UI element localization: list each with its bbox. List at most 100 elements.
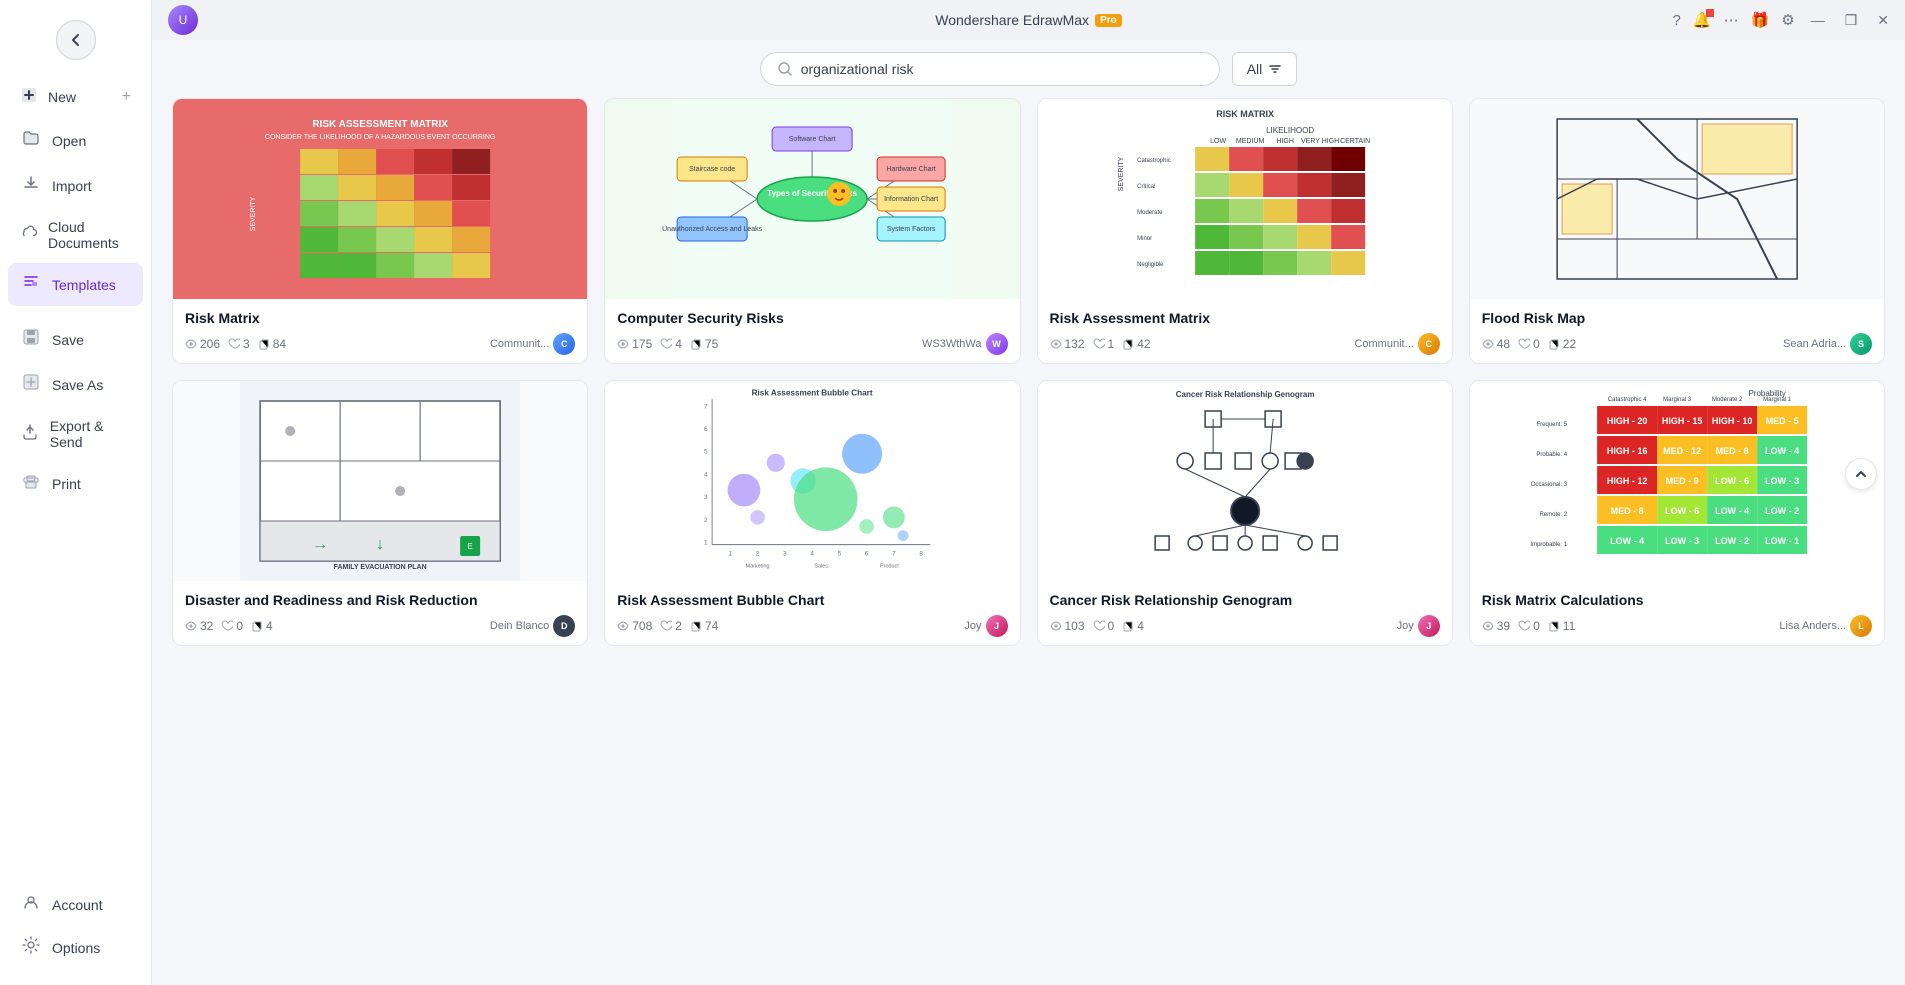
sidebar-item-print[interactable]: Print <box>8 462 143 505</box>
card-info-risk-assessment-matrix: Risk Assessment Matrix 132 1 <box>1038 299 1452 363</box>
card-meta-cancer-risk-genogram: 103 0 4 Joy <box>1050 615 1440 637</box>
svg-text:HIGH - 15: HIGH - 15 <box>1662 416 1703 426</box>
copies-icon <box>251 620 263 632</box>
author-avatar-1: W <box>986 333 1008 355</box>
card-cancer-risk-genogram[interactable]: Cancer Risk Relationship Genogram <box>1037 380 1453 646</box>
templates-grid-area: RISK ASSESSMENT MATRIX CONSIDER THE LIKE… <box>152 98 1905 985</box>
settings-icon[interactable]: ⚙ <box>1781 11 1794 29</box>
card-risk-matrix[interactable]: RISK ASSESSMENT MATRIX CONSIDER THE LIKE… <box>172 98 588 364</box>
svg-text:3: 3 <box>783 551 787 558</box>
card-computer-security[interactable]: Types of Security Risks Staircase code U… <box>604 98 1020 364</box>
gift-icon[interactable]: 🎁 <box>1751 11 1770 29</box>
card-title-risk-matrix: Risk Matrix <box>185 309 575 327</box>
sidebar-item-cloud[interactable]: Cloud Documents <box>8 209 143 261</box>
card-risk-matrix-calc[interactable]: Probability Frequent: 5 Probable: 4 Occa… <box>1469 380 1885 646</box>
new-plus-icon: + <box>122 88 131 106</box>
pro-badge: Pro <box>1095 14 1122 27</box>
sidebar-nav: New + Open Import Cloud Documents <box>0 72 151 509</box>
svg-text:CONSIDER THE LIKELIHOOD OF A H: CONSIDER THE LIKELIHOOD OF A HAZARDOUS E… <box>265 134 495 141</box>
card-meta-risk-matrix-calc: 39 0 11 Lisa Anders <box>1482 615 1872 637</box>
svg-text:6: 6 <box>704 426 708 433</box>
help-icon[interactable]: ? <box>1673 12 1681 29</box>
svg-text:Unauthorized Access and Leaks: Unauthorized Access and Leaks <box>662 226 763 233</box>
svg-text:2: 2 <box>756 551 760 558</box>
sidebar-item-options[interactable]: Options <box>8 926 143 969</box>
card-thumb-risk-matrix: RISK ASSESSMENT MATRIX CONSIDER THE LIKE… <box>173 99 587 299</box>
sidebar-item-new[interactable]: New + <box>8 76 143 117</box>
sidebar-item-account-label: Account <box>52 897 103 913</box>
main-content: Wondershare EdrawMax Pro U ? 🔔 ⋯ 🎁 ⚙ — ❐… <box>152 0 1905 985</box>
card-info-risk-matrix: Risk Matrix 206 3 <box>173 299 587 363</box>
svg-text:LOW - 4: LOW - 4 <box>1765 446 1799 456</box>
svg-text:RISK ASSESSMENT MATRIX: RISK ASSESSMENT MATRIX <box>312 119 448 130</box>
sidebar-back[interactable] <box>0 8 151 72</box>
account-icon <box>20 893 42 916</box>
views-icon <box>617 620 629 632</box>
back-button[interactable] <box>56 20 96 60</box>
sidebar-item-account[interactable]: Account <box>8 883 143 926</box>
sidebar-item-open[interactable]: Open <box>8 119 143 162</box>
card-title-disaster-readiness: Disaster and Readiness and Risk Reductio… <box>185 591 575 609</box>
templates-grid: RISK ASSESSMENT MATRIX CONSIDER THE LIKE… <box>172 98 1885 646</box>
card-flood-risk-map[interactable]: Flood Risk Map 48 0 <box>1469 98 1885 364</box>
svg-text:4: 4 <box>704 472 708 479</box>
card-risk-assessment-matrix[interactable]: RISK MATRIX LIKELIHOOD LOW MEDIUM HIGH V… <box>1037 98 1453 364</box>
copies-icon <box>1122 338 1134 350</box>
svg-text:HIGH - 16: HIGH - 16 <box>1607 446 1648 456</box>
svg-text:System Factors: System Factors <box>887 226 936 233</box>
new-icon <box>20 86 38 107</box>
sidebar-item-export[interactable]: Export & Send <box>8 408 143 460</box>
sidebar-item-save-as[interactable]: Save As <box>8 363 143 406</box>
card-meta-flood-risk-map: 48 0 22 Sean Adria. <box>1482 333 1872 355</box>
sidebar-item-cloud-label: Cloud Documents <box>48 219 131 251</box>
author-avatar-5: J <box>986 615 1008 637</box>
sidebar-item-save[interactable]: Save <box>8 318 143 361</box>
sidebar-item-save-as-label: Save As <box>52 377 103 393</box>
sidebar-item-templates[interactable]: Templates <box>8 263 143 306</box>
likes-icon <box>221 620 233 632</box>
author-avatar-0: C <box>553 333 575 355</box>
author-avatar-3: S <box>1850 333 1872 355</box>
svg-text:LOW - 6: LOW - 6 <box>1665 506 1699 516</box>
search-input[interactable] <box>801 61 1203 77</box>
svg-text:Probable: 4: Probable: 4 <box>1536 452 1567 458</box>
svg-text:Catastrophic 4: Catastrophic 4 <box>1608 397 1647 403</box>
card-thumb-disaster-readiness: → ↓ FAMILY EVACUATION PLAN E <box>173 381 587 581</box>
apps-grid-icon[interactable]: ⋯ <box>1724 11 1739 29</box>
svg-text:4: 4 <box>811 551 815 558</box>
sidebar-item-export-label: Export & Send <box>50 418 131 450</box>
svg-text:Moderate 2: Moderate 2 <box>1712 397 1743 403</box>
print-icon <box>20 472 42 495</box>
sidebar-item-templates-label: Templates <box>52 277 116 293</box>
svg-text:HIGH - 12: HIGH - 12 <box>1607 476 1648 486</box>
svg-text:LOW - 6: LOW - 6 <box>1715 476 1749 486</box>
svg-text:3: 3 <box>704 494 708 501</box>
svg-text:Frequent: 5: Frequent: 5 <box>1536 422 1567 428</box>
sidebar-item-import-label: Import <box>52 178 92 194</box>
svg-text:Occasional: 3: Occasional: 3 <box>1531 482 1568 488</box>
sidebar-item-import[interactable]: Import <box>8 164 143 207</box>
card-bubble-chart[interactable]: Risk Assessment Bubble Chart 1 2 3 4 5 6… <box>604 380 1020 646</box>
copies-icon <box>1548 620 1560 632</box>
scroll-top-button[interactable] <box>1845 458 1877 490</box>
close-button[interactable]: ✕ <box>1873 12 1893 29</box>
maximize-button[interactable]: ❐ <box>1841 12 1862 29</box>
import-icon <box>20 174 42 197</box>
svg-text:MED - 12: MED - 12 <box>1663 446 1701 456</box>
likes-icon <box>1518 338 1530 350</box>
search-box <box>760 52 1220 86</box>
filter-button[interactable]: All <box>1232 52 1298 86</box>
notification-icon[interactable]: 🔔 <box>1693 11 1712 29</box>
svg-text:LOW - 3: LOW - 3 <box>1665 536 1699 546</box>
svg-text:2: 2 <box>704 517 708 524</box>
user-avatar[interactable]: U <box>168 5 198 35</box>
svg-text:LOW - 2: LOW - 2 <box>1765 506 1799 516</box>
card-disaster-readiness[interactable]: → ↓ FAMILY EVACUATION PLAN E Disaster an… <box>172 380 588 646</box>
views-icon <box>185 338 197 350</box>
svg-text:7: 7 <box>704 403 708 410</box>
copies-icon <box>1548 338 1560 350</box>
card-title-risk-assessment-matrix: Risk Assessment Matrix <box>1050 309 1440 327</box>
card-title-flood-risk-map: Flood Risk Map <box>1482 309 1872 327</box>
sidebar: New + Open Import Cloud Documents <box>0 0 152 985</box>
minimize-button[interactable]: — <box>1807 12 1829 28</box>
